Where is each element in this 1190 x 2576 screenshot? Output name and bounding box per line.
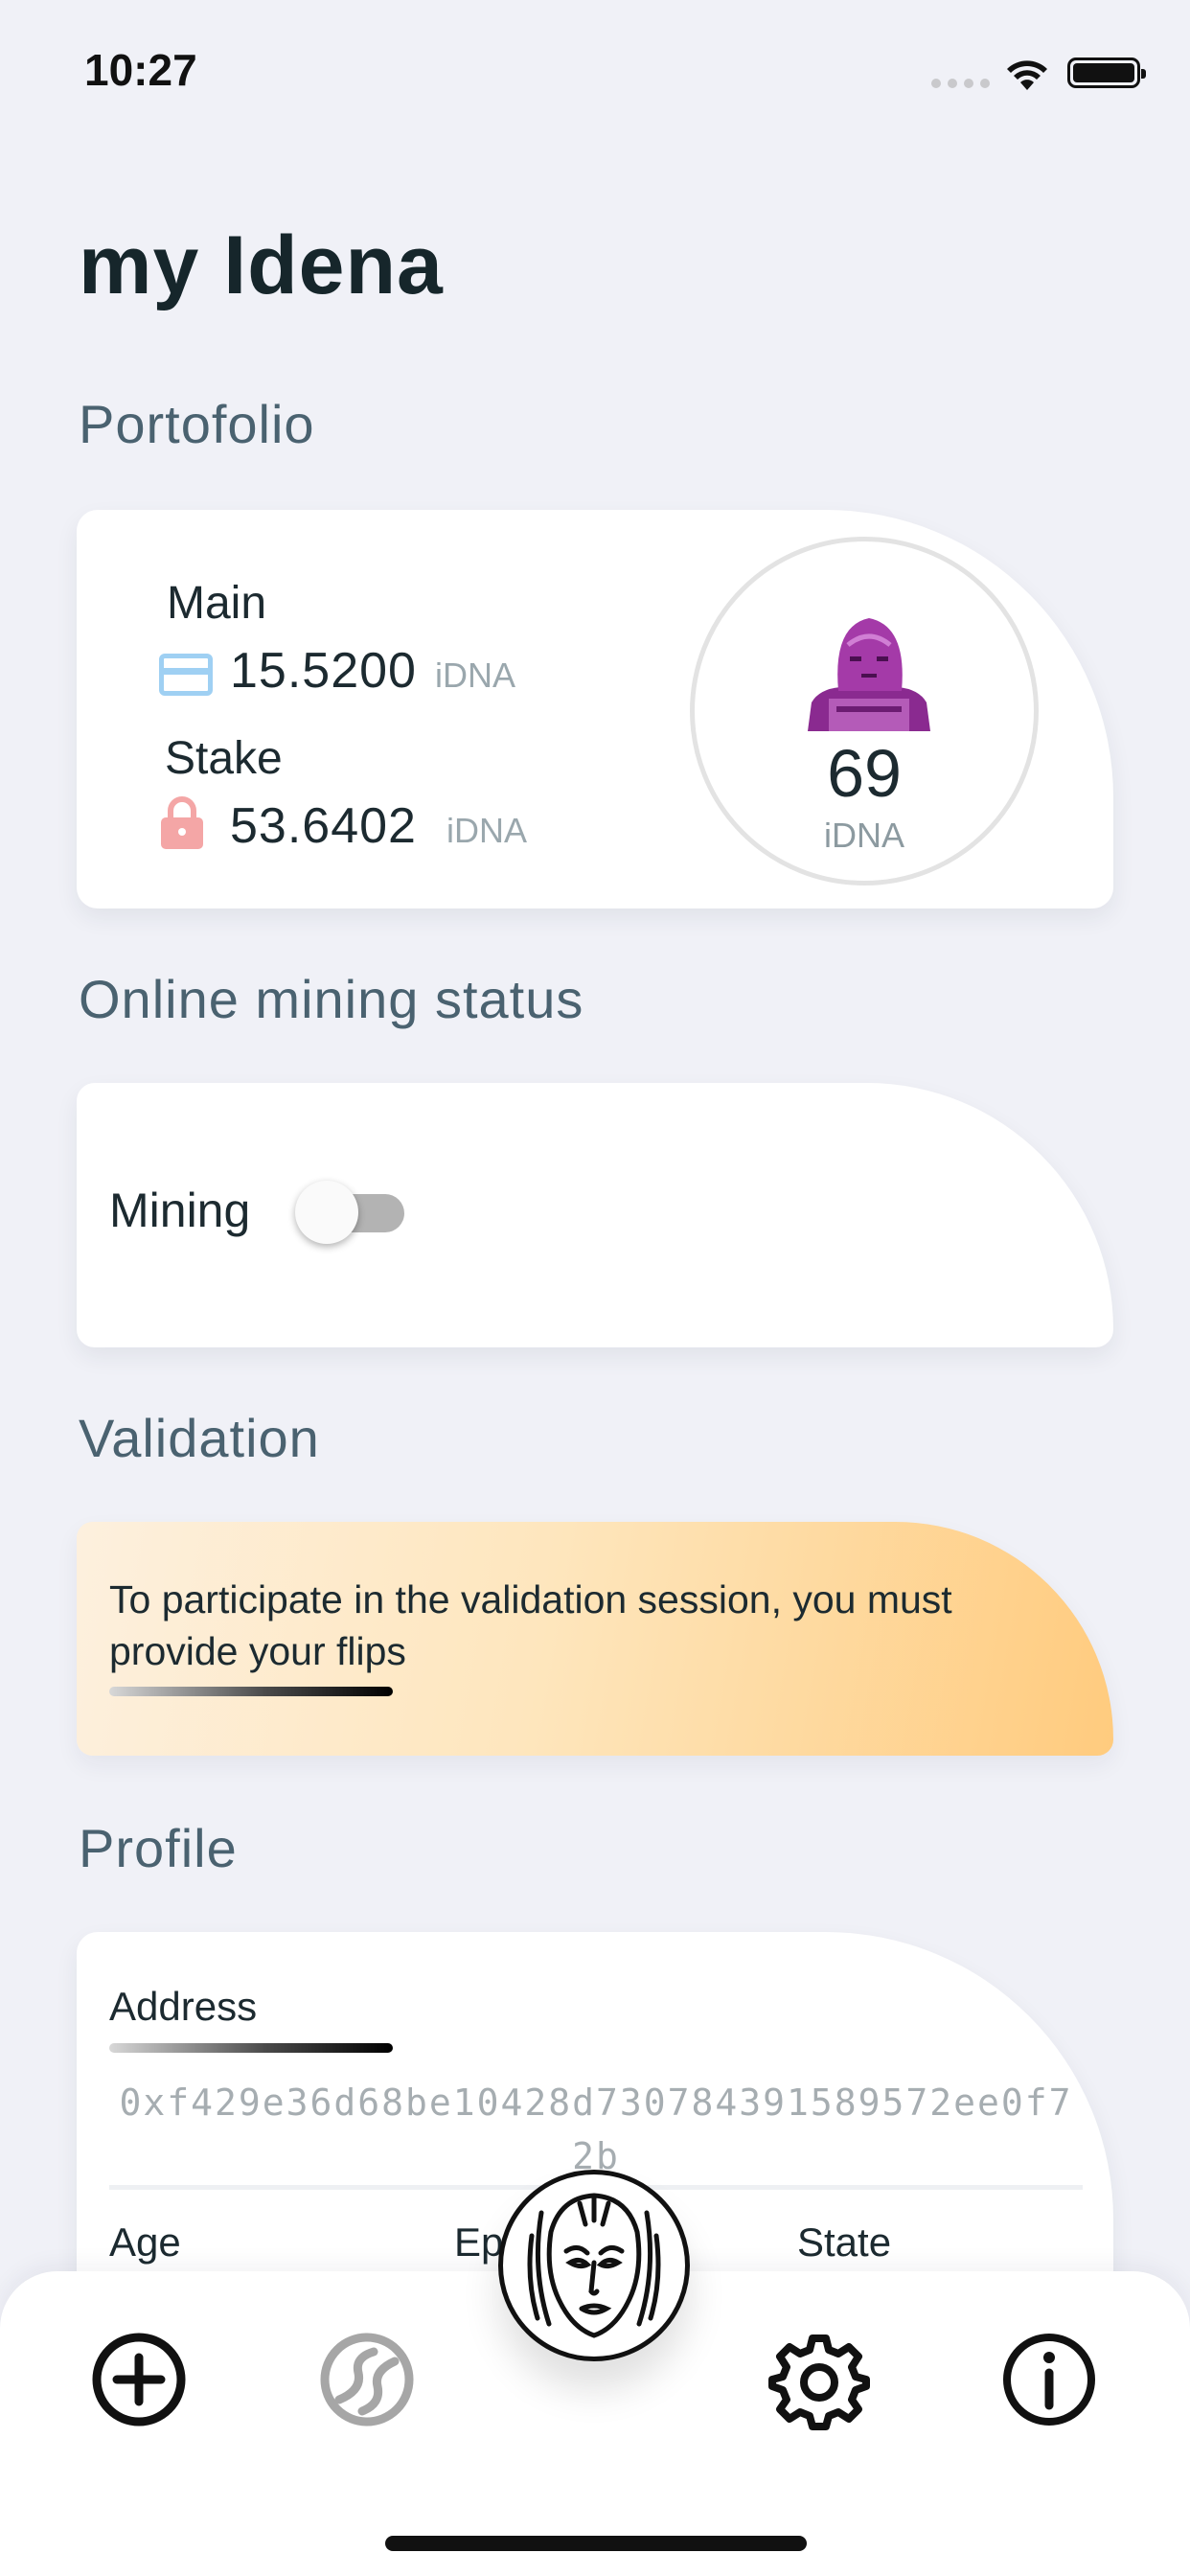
main-balance-amount: 15.5200 (230, 643, 417, 699)
main-balance-label: Main (167, 578, 267, 629)
total-balance-unit: iDNA (823, 816, 904, 855)
stake-balance-label: Stake (165, 733, 283, 784)
gear-icon[interactable] (767, 2327, 872, 2432)
home-indicator (385, 2536, 807, 2551)
portfolio-heading: Portofolio (79, 394, 315, 454)
status-time: 10:27 (84, 45, 197, 95)
profile-heading: Profile (79, 1818, 238, 1878)
validation-message: To participate in the validation session… (109, 1577, 952, 1673)
portfolio-card[interactable]: Main 15.5200 iDNA Stake 53.6402 iDNA 69 … (77, 510, 1113, 908)
stake-balance-amount: 53.6402 (230, 798, 417, 854)
validation-card[interactable]: To participate in the validation session… (77, 1522, 1113, 1756)
mining-label: Mining (109, 1184, 251, 1237)
idena-face-logo (527, 2193, 661, 2338)
validation-heading: Validation (79, 1408, 320, 1468)
info-icon[interactable] (996, 2327, 1102, 2432)
validation-underline-bar (109, 1687, 393, 1696)
globe-icon[interactable] (314, 2327, 420, 2432)
identity-avatar-badge[interactable]: 69 iDNA (690, 537, 1039, 886)
status-bar: 10:27 (0, 0, 1190, 144)
address-label: Address (109, 1984, 258, 2029)
plus-circle-icon[interactable] (86, 2327, 192, 2432)
mining-card: Mining (77, 1083, 1113, 1347)
state-label: State (797, 2220, 892, 2265)
battery-icon (1067, 58, 1146, 88)
address-value[interactable]: 0xf429e36d68be10428d730784391589572ee0f7… (109, 2076, 1083, 2183)
page-title: my Idena (79, 219, 444, 311)
wifi-icon (1007, 60, 1047, 90)
total-balance-amount: 69 (827, 736, 902, 811)
idena-logo-button[interactable] (498, 2170, 690, 2361)
stake-balance-unit: iDNA (446, 811, 528, 850)
credit-card-icon (159, 654, 213, 696)
main-balance-unit: iDNA (435, 656, 516, 695)
toggle-thumb (295, 1181, 358, 1244)
cellular-signal-icon (931, 79, 990, 88)
age-label: Age (109, 2220, 181, 2265)
lock-icon (161, 796, 203, 849)
robot-avatar-image (808, 618, 930, 731)
address-underline-bar (109, 2043, 393, 2053)
mining-heading: Online mining status (79, 969, 584, 1029)
mining-toggle[interactable] (295, 1179, 410, 1246)
